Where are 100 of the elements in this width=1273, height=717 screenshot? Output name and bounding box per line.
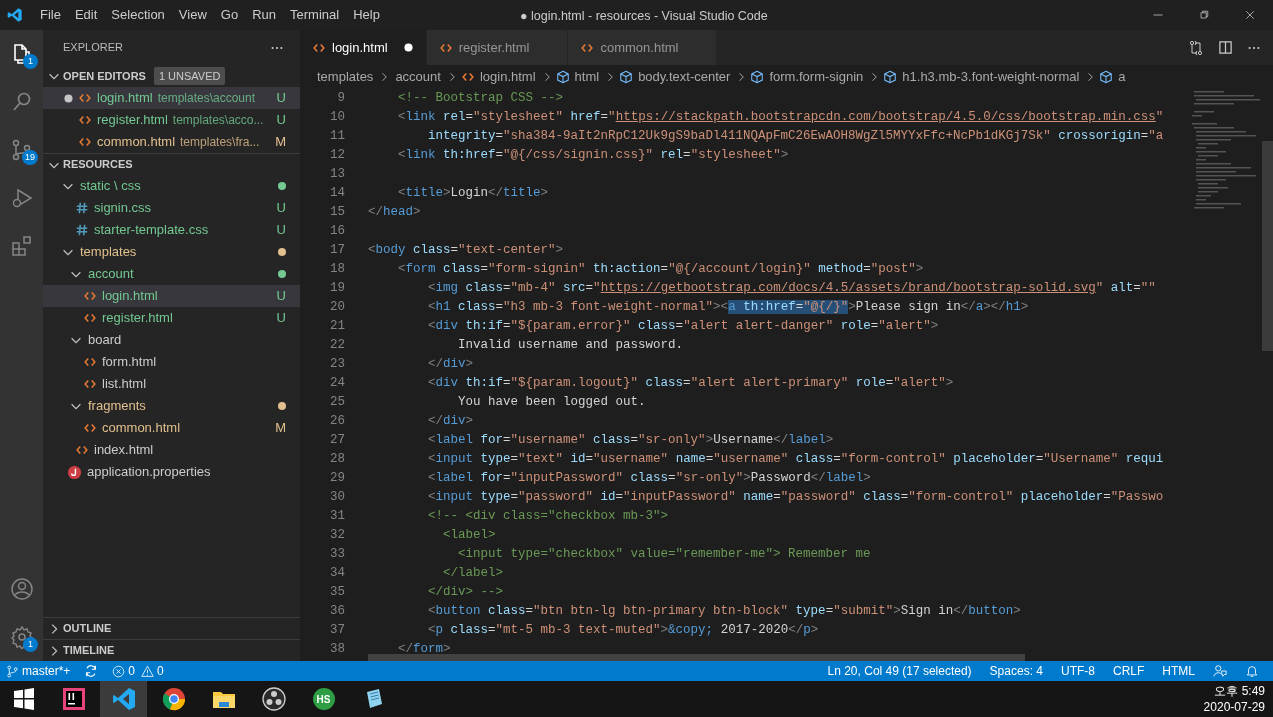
explorer-row[interactable]: login.html U (43, 285, 300, 307)
line-number: 34 (330, 566, 345, 580)
explorer-row[interactable]: application.properties (43, 461, 300, 483)
compare-changes-icon[interactable] (1188, 39, 1204, 56)
split-editor-icon[interactable] (1218, 40, 1233, 55)
cube-icon (883, 70, 898, 84)
app-icon (311, 687, 336, 711)
html-file-icon (78, 135, 92, 149)
line-number: 10 (330, 110, 345, 124)
html-file-icon (83, 289, 97, 303)
line-number: 29 (330, 471, 345, 485)
breadcrumb-item[interactable]: login.html (477, 67, 538, 87)
editor-tab[interactable]: common.html (568, 30, 718, 65)
status-item[interactable]: Ln 20, Col 49 (17 selected) (827, 661, 972, 681)
folder-row[interactable]: account (43, 263, 300, 285)
explorer-row[interactable]: common.html M (43, 417, 300, 439)
line-number: 30 (330, 490, 345, 504)
files-tab[interactable]: 1 (0, 30, 43, 78)
sidebar-title: EXPLORER (63, 40, 123, 56)
problems-button[interactable]: 0 0 (112, 661, 164, 681)
explorer-row[interactable]: starter-template.css U (43, 219, 300, 241)
line-number: 24 (330, 376, 345, 390)
windows-logo-icon (11, 687, 36, 711)
explorer-row[interactable]: form.html (43, 351, 300, 373)
open-editor-item[interactable]: register.html templates\acco... U (43, 109, 300, 131)
breadcrumb-item[interactable]: templates (315, 67, 376, 87)
count-badge: 1 (23, 54, 38, 69)
git-status: U (276, 111, 286, 130)
git-status: U (276, 309, 286, 328)
open-editor-item[interactable]: common.html templates\fra... M (43, 131, 300, 153)
code-line: <input type="password" id="inputPassword" name="password" class="form-control" placeholder="Passwo (427, 490, 1164, 504)
menu-item[interactable]: Help (346, 0, 387, 30)
code-line: <button class="btn btn-lg btn-primary btn-block" type="submit">Sign in</button> (427, 604, 1021, 618)
count-badge: 19 (22, 150, 38, 165)
line-number: 17 (330, 243, 345, 257)
menu-item[interactable]: Selection (104, 0, 172, 30)
line-number: 19 (330, 281, 345, 295)
section-header[interactable]: OUTLINE (43, 617, 300, 639)
branch-icon (6, 664, 19, 678)
breadcrumb-item[interactable]: body.text-center (636, 67, 733, 87)
line-number: 15 (330, 205, 345, 219)
breadcrumb-item[interactable]: form.form-signin (767, 67, 866, 87)
feedback-icon (1213, 664, 1227, 678)
code-line: </head> (368, 205, 421, 219)
code-line: <label for="inputPassword" class="sr-only">Password</label> (427, 471, 871, 485)
unsaved-dot-icon (63, 93, 73, 103)
html-file-icon (83, 421, 97, 435)
editor-tab[interactable]: register.html (426, 30, 569, 65)
bell-icon (1245, 664, 1259, 678)
section-header[interactable]: OPEN EDITORS 1 UNSAVED (43, 65, 300, 87)
section-header[interactable]: RESOURCES (43, 153, 300, 175)
explorer-row[interactable]: index.html (43, 439, 300, 461)
html-file-icon (78, 91, 92, 105)
breadcrumb-item[interactable]: html (572, 67, 602, 87)
horizontal-scrollbar[interactable] (368, 654, 1025, 661)
explorer-row[interactable]: list.html (43, 373, 300, 395)
status-item[interactable]: Spaces: 4 (989, 661, 1043, 681)
breadcrumb-item[interactable]: a (1116, 67, 1128, 87)
recorder-icon (261, 687, 286, 711)
code-line: <div th:if="${param.error}" class="alert alert-danger" role="alert"> (427, 319, 939, 333)
code-line: <input type="text" id="username" name="username" class="form-control" placeholder="Username" requi (427, 452, 1164, 466)
line-number: 16 (330, 224, 345, 238)
open-editor-item[interactable]: login.html templates\account U (43, 87, 300, 109)
line-number: 12 (330, 148, 345, 162)
menu-item[interactable]: Run (245, 0, 283, 30)
scrollbar-thumb[interactable] (1262, 141, 1273, 351)
menu-item[interactable]: File (33, 0, 68, 30)
folder-row[interactable]: fragments (43, 395, 300, 417)
folder-row[interactable]: templates (43, 241, 300, 263)
status-item[interactable]: CRLF (1113, 661, 1145, 681)
code-line: </div> (427, 357, 474, 371)
menu-item[interactable]: Edit (67, 0, 105, 30)
line-number: 27 (330, 433, 345, 447)
explorer-row[interactable]: register.html U (43, 307, 300, 329)
line-number: 23 (330, 357, 345, 371)
account-icon (9, 577, 34, 601)
explorer-row[interactable]: signin.css U (43, 197, 300, 219)
menu-item[interactable]: Go (213, 0, 246, 30)
line-number: 38 (330, 642, 345, 656)
folder-row[interactable]: board (43, 329, 300, 351)
status-item[interactable]: UTF-8 (1061, 661, 1095, 681)
menu-item[interactable]: View (171, 0, 214, 30)
close-icon (1244, 9, 1256, 21)
branch-button[interactable]: master*+ (6, 661, 71, 681)
breadcrumb-item[interactable]: account (393, 67, 443, 87)
line-number: 11 (330, 129, 345, 143)
line-number: 9 (337, 91, 345, 105)
unsaved-badge: 1 UNSAVED (153, 67, 226, 85)
breadcrumb-item[interactable]: h1.h3.mb-3.font-weight-normal (900, 67, 1082, 87)
settings-tab[interactable]: 1 (0, 613, 43, 661)
editor-tab[interactable]: login.html (300, 30, 427, 65)
line-number: 28 (330, 452, 345, 466)
cube-icon (1099, 70, 1114, 84)
file-path: templates\account (157, 90, 256, 107)
html-file-icon (83, 377, 97, 391)
folder-row[interactable]: static \ css (43, 175, 300, 197)
source-control-tab[interactable]: 19 (0, 126, 43, 174)
menu-item[interactable]: Terminal (283, 0, 347, 30)
line-number: 22 (330, 338, 345, 352)
status-item[interactable]: HTML (1162, 661, 1195, 681)
